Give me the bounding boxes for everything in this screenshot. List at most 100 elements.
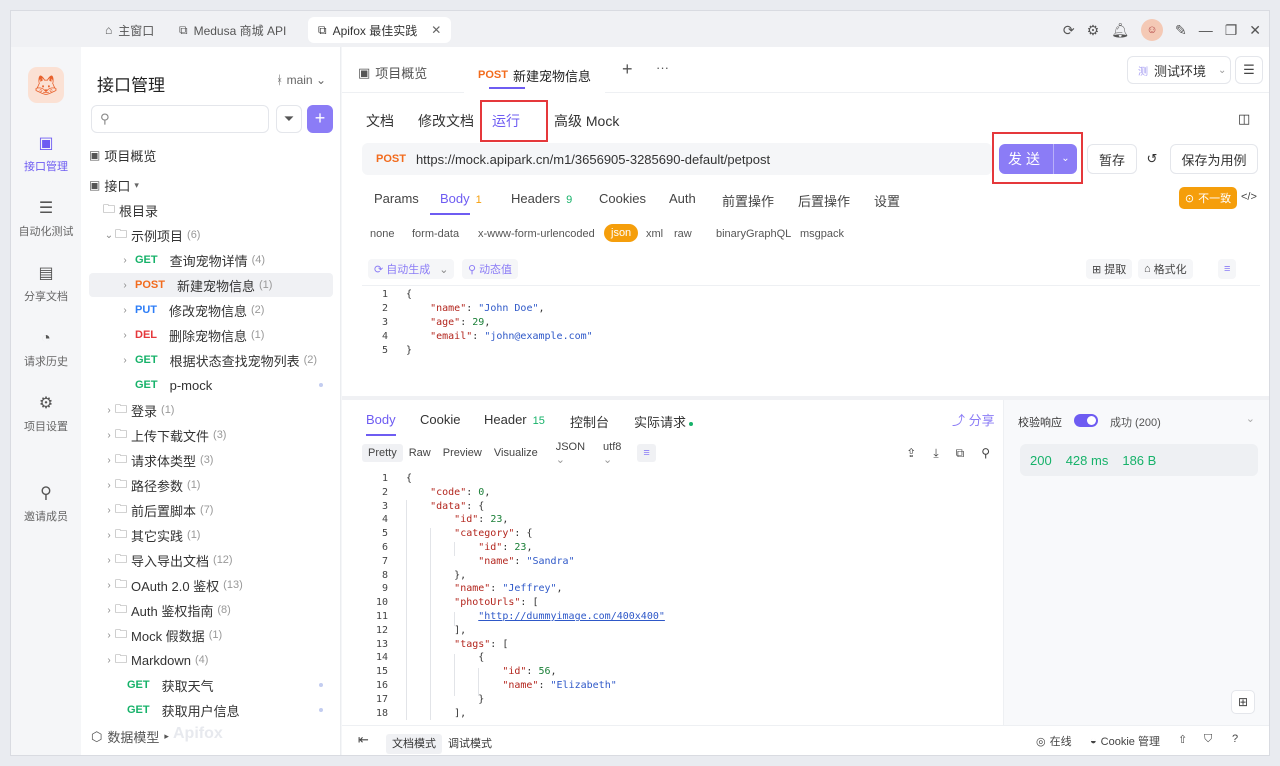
chevron-right-icon[interactable]: ›: [103, 505, 115, 516]
tree-folder-item[interactable]: › 🗀︎ Auth 鉴权指南 (8): [89, 598, 333, 622]
save-temp-button[interactable]: 暂存: [1087, 144, 1137, 174]
tree-api-item[interactable]: › PUT 修改宠物信息 (2): [89, 298, 333, 322]
tree-folder-item[interactable]: › 🗀︎ Mock 假数据 (1): [89, 623, 333, 647]
sidebar-item-overview[interactable]: ▣ 项目概览: [89, 143, 333, 167]
extract-button[interactable]: ⊞ 提取: [1086, 259, 1133, 279]
tree-folder-item[interactable]: › 🗀︎ 上传下载文件 (3): [89, 423, 333, 447]
tab-前置操作[interactable]: 前置操作: [722, 191, 774, 210]
chevron-right-icon[interactable]: ›: [103, 655, 115, 666]
filter-button[interactable]: ⏷: [276, 105, 302, 133]
pin-icon[interactable]: ✎: [1175, 22, 1187, 39]
body-type-none[interactable]: none: [370, 228, 394, 240]
rail-item-settings[interactable]: ⚙ 项目设置: [11, 395, 81, 434]
tab-project-overview[interactable]: ▣ 项目概览: [358, 63, 427, 82]
upload-icon[interactable]: ⇪: [906, 446, 916, 461]
body-type-json[interactable]: json: [604, 224, 639, 242]
response-tab-2[interactable]: Header 15: [484, 412, 545, 427]
gear-icon[interactable]: ⚙: [1087, 22, 1100, 39]
chevron-right-icon[interactable]: ›: [103, 555, 115, 566]
tab-cookies[interactable]: Cookies: [599, 191, 646, 206]
wrap-icon[interactable]: ≡: [1218, 259, 1237, 279]
rail-item-invite[interactable]: ⚲ 邀请成员: [11, 485, 81, 524]
response-tab-1[interactable]: Cookie: [420, 412, 460, 427]
request-body-editor[interactable]: 1 {2 "name": "John Doe", 3 "age": 29, 4 "em…: [362, 285, 1260, 393]
response-tab-3[interactable]: 控制台: [570, 412, 609, 431]
chevron-right-icon[interactable]: ›: [119, 305, 131, 316]
chevron-right-icon[interactable]: ›: [103, 405, 115, 416]
url-input[interactable]: https://mock.apipark.cn/m1/3656905-32856…: [416, 152, 770, 167]
validate-toggle[interactable]: [1074, 414, 1098, 427]
tree-api-item[interactable]: › DEL 删除宠物信息 (1): [89, 323, 333, 347]
online-status[interactable]: ◎ 在线: [1036, 733, 1072, 749]
tree-folder-item[interactable]: › 🗀︎ 导入导出文档 (12): [89, 548, 333, 572]
body-type-xml[interactable]: xml: [646, 228, 663, 240]
chevron-right-icon[interactable]: ›: [119, 255, 131, 266]
panel-toggle-icon[interactable]: ◫: [1238, 111, 1250, 127]
chevron-right-icon[interactable]: ›: [103, 430, 115, 441]
tree-api-item[interactable]: › GET 根据状态查找宠物列表 (2): [89, 348, 333, 372]
response-body-viewer[interactable]: 1 {2 "code": 0, 3 "data": {4 "id": 23, 5 "c…: [362, 472, 990, 720]
add-button[interactable]: +: [307, 105, 333, 133]
tab-new-pet[interactable]: POST 新建宠物信息: [464, 57, 605, 93]
tree-folder-item[interactable]: › 🗀︎ Markdown (4): [89, 648, 333, 672]
tree-folder-item[interactable]: › 🗀︎ 前后置脚本 (7): [89, 498, 333, 522]
data-model-item[interactable]: ⬡ 数据模型 ▸: [91, 727, 169, 746]
tree-root[interactable]: 🗀︎ 根目录: [89, 198, 333, 222]
format-visualize[interactable]: Visualize: [488, 444, 544, 462]
code-icon[interactable]: </>: [1241, 191, 1257, 203]
cookie-manager[interactable]: ◒ Cookie 管理: [1090, 733, 1160, 749]
avatar[interactable]: ☺: [1140, 19, 1163, 41]
url-bar[interactable]: POST https://mock.apipark.cn/m1/3656905-…: [362, 143, 992, 175]
tree-api-item[interactable]: GET 获取用户信息: [89, 698, 333, 722]
tab-edit-docs[interactable]: 修改文档: [418, 111, 474, 131]
body-type-msgpack[interactable]: msgpack: [800, 228, 844, 240]
tab-后置操作[interactable]: 后置操作: [798, 191, 850, 210]
tab-headers[interactable]: Headers 9: [511, 191, 572, 206]
tree-api-item[interactable]: › POST 新建宠物信息 (1): [89, 273, 333, 297]
window-tab-home[interactable]: ⌂ 主窗口: [95, 17, 164, 43]
body-type-graphql[interactable]: GraphQL: [746, 228, 791, 240]
share-button[interactable]: ⤴ 分享: [952, 410, 995, 429]
chevron-right-icon[interactable]: ›: [119, 280, 131, 291]
tab-auth[interactable]: Auth: [669, 191, 696, 206]
format-raw[interactable]: Raw: [403, 444, 437, 462]
body-type-x-www-form-urlencoded[interactable]: x-www-form-urlencoded: [478, 228, 595, 240]
add-tab-button[interactable]: +: [622, 59, 633, 80]
body-type-binary[interactable]: binary: [716, 228, 746, 240]
tab-advanced-mock[interactable]: 高级 Mock: [554, 111, 619, 131]
save-as-case-button[interactable]: 保存为用例: [1170, 144, 1258, 174]
tree-api-item[interactable]: › GET 查询宠物详情 (4): [89, 248, 333, 272]
shirt-icon[interactable]: ⛉: [1204, 733, 1212, 746]
tab-设置[interactable]: 设置: [874, 191, 900, 210]
tree-api-item[interactable]: GET p-mock: [89, 373, 333, 397]
refresh-icon[interactable]: ⟳: [1063, 22, 1075, 39]
chevron-right-icon[interactable]: ›: [103, 605, 115, 616]
format-button[interactable]: ⌂ 格式化: [1138, 259, 1193, 279]
search-input[interactable]: ⚲: [91, 105, 269, 133]
download-icon[interactable]: ⤓: [933, 446, 938, 461]
bell-icon[interactable]: 🔔︎: [1111, 22, 1129, 39]
window-tab-medusa[interactable]: ⧉ Medusa 商城 API: [169, 17, 296, 43]
auto-generate-button[interactable]: ⟳ 自动生成 ⌄: [368, 259, 455, 279]
format-json[interactable]: JSON ⌄: [550, 438, 591, 469]
tree-folder-item[interactable]: › 🗀︎ 登录 (1): [89, 398, 333, 422]
debug-mode-button[interactable]: 调试模式: [442, 734, 498, 754]
close-tab-icon[interactable]: ✕: [431, 23, 441, 37]
menu-button[interactable]: ☰: [1235, 56, 1263, 84]
chevron-down-icon[interactable]: ⌄: [103, 230, 115, 241]
rail-item-api-management[interactable]: ▣ 接口管理: [11, 135, 81, 174]
format-preview[interactable]: Preview: [437, 444, 488, 462]
tree-folder-item[interactable]: ⌄ 🗀︎ 示例项目 (6): [89, 223, 333, 247]
tree-api-item[interactable]: GET 获取天气: [89, 673, 333, 697]
branch-selector[interactable]: ᚼ main ⌄: [276, 73, 326, 87]
upload-icon[interactable]: ⇧: [1178, 733, 1187, 746]
rail-item-share-docs[interactable]: ▤ 分享文档: [11, 265, 81, 304]
chevron-right-icon[interactable]: ›: [119, 330, 131, 341]
format-pretty[interactable]: Pretty: [362, 444, 403, 462]
tree-folder-item[interactable]: › 🗀︎ OAuth 2.0 鉴权 (13): [89, 573, 333, 597]
search-icon[interactable]: ⚲: [981, 446, 990, 461]
tab-docs[interactable]: 文档: [366, 111, 394, 131]
environment-selector[interactable]: 测 测试环境 ⌄: [1127, 56, 1231, 84]
chevron-right-icon[interactable]: ›: [103, 530, 115, 541]
doc-mode-button[interactable]: 文档模式: [386, 734, 442, 754]
